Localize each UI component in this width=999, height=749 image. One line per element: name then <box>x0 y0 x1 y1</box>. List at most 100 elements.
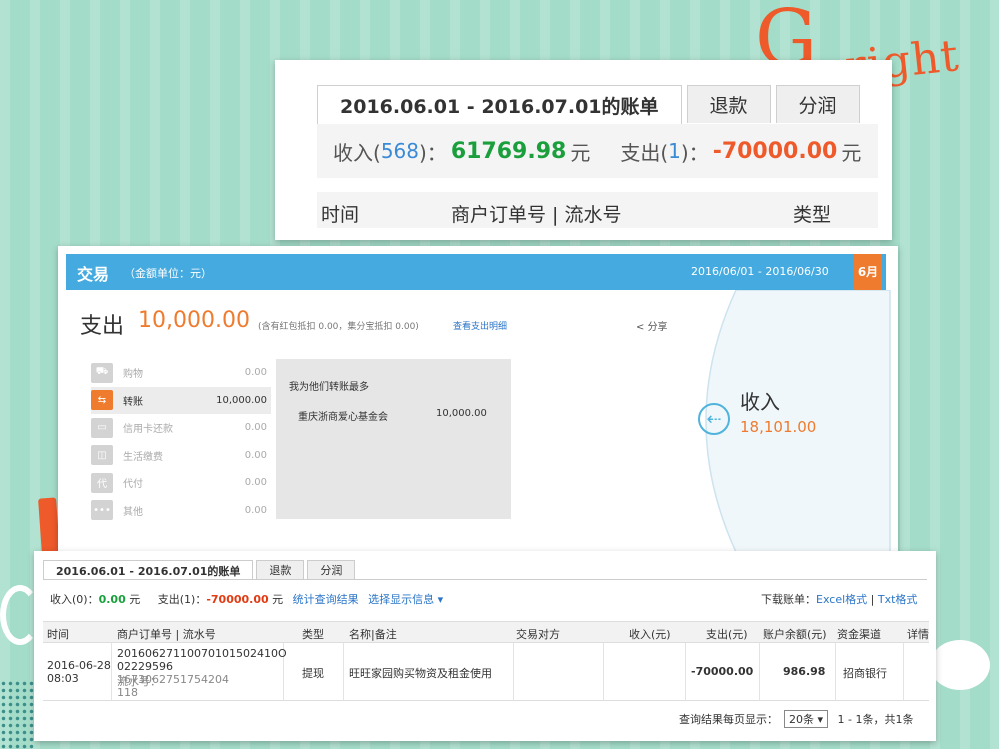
category-amount: 0.00 <box>244 367 267 379</box>
expense-label-close: )： <box>680 140 709 165</box>
tab-profit-share[interactable]: 分润 <box>775 85 860 123</box>
category-amount: 0.00 <box>244 504 267 516</box>
bill-tabs: 2016.06.01 - 2016.07.01的账单 退款 分润 <box>317 85 865 125</box>
category-amount: 0.00 <box>244 422 267 434</box>
decor-orange-stroke <box>38 497 60 555</box>
share-label: 分享 <box>647 322 668 333</box>
category-credit-card[interactable]: ▭ 信用卡还款 0.00 <box>91 414 271 442</box>
row-date: 2016-06-28 <box>47 659 111 672</box>
category-amount: 0.00 <box>244 477 267 489</box>
category-transfer[interactable]: ⇆ 转账 10,000.00 <box>91 386 271 414</box>
row-channel: 招商银行 <box>843 667 887 680</box>
col-expense: 支出(元) <box>706 628 748 641</box>
per-page-select[interactable]: 20条 ▾ <box>784 710 829 728</box>
result-range: 1 - 1条，共1条 <box>837 713 914 726</box>
download-label: 下载账单： <box>761 593 816 606</box>
income-arrow-icon[interactable]: ⇠ <box>698 403 730 435</box>
cell-divider <box>685 643 686 701</box>
table-header: 时间 商户订单号 | 流水号 类型 <box>317 192 878 228</box>
excel-download-link[interactable]: Excel格式 <box>816 593 867 606</box>
cell-divider <box>603 643 604 701</box>
income-amount: 0.00 <box>98 593 126 606</box>
month-badge[interactable]: 6月 <box>854 254 882 294</box>
expense-currency: 元 <box>841 140 862 165</box>
income-label: 收入 <box>740 390 780 414</box>
col-type: 类型 <box>302 628 324 641</box>
transaction-header-bar: 交易 （金额单位：元） 2016/06/01 - 2016/06/30 6月 <box>66 254 886 294</box>
detail-caption: 我为他们转账最多 <box>289 382 369 393</box>
income-label-close: )： <box>419 140 447 165</box>
spend-note: (含有红包抵扣 0.00，集分宝抵扣 0.00) <box>258 322 419 332</box>
row-name: 旺旺家园购买物资及租金使用 <box>349 667 492 680</box>
income-currency: 元 <box>570 140 591 165</box>
col-income: 收入(元) <box>629 628 671 641</box>
category-name: 代付 <box>123 479 143 491</box>
cart-icon: ⛟ <box>91 362 113 383</box>
tab-profit-share[interactable]: 分润 <box>307 560 356 579</box>
decor-dots <box>0 680 34 749</box>
col-counterparty: 交易对方 <box>516 628 560 641</box>
category-proxy-pay[interactable]: 代 代付 0.00 <box>91 469 271 497</box>
row-order-line2: 02229596 <box>117 660 173 673</box>
cell-divider <box>759 643 760 701</box>
cell-divider <box>835 643 836 701</box>
col-order-serial: 商户订单号 | 流水号 <box>451 204 622 226</box>
table-row[interactable]: 2016-06-28 08:03 20160627110070101502410… <box>43 643 929 701</box>
row-balance: 986.98 <box>783 665 826 678</box>
row-serial-line2: 118 <box>117 686 138 699</box>
category-name: 转账 <box>123 396 143 408</box>
col-balance: 账户余额(元) <box>763 628 827 641</box>
cell-divider <box>343 643 344 701</box>
expense-amount: -70000.00 <box>206 593 269 606</box>
bill-tabs-small: 2016.06.01 - 2016.07.01的账单 退款 分润 <box>43 560 358 580</box>
expense-count: 1 <box>668 139 681 163</box>
category-other[interactable]: ••• 其他 0.00 <box>91 497 271 525</box>
detail-value: 10,000.00 <box>436 408 487 419</box>
share-button[interactable]: < 分享 <box>636 318 668 333</box>
tab-refund[interactable]: 退款 <box>256 560 305 579</box>
tab-bill-period[interactable]: 2016.06.01 - 2016.07.01的账单 <box>43 560 254 580</box>
serial-number: 1673062751754204 <box>117 673 229 686</box>
bill-summary-zoom-panel: 2016.06.01 - 2016.07.01的账单 退款 分润 收入(568)… <box>275 60 892 240</box>
txt-download-link[interactable]: Txt格式 <box>878 593 918 606</box>
cell-divider <box>111 643 112 701</box>
expense-currency: 元 <box>272 593 284 606</box>
per-page-label: 查询结果每页显示： <box>679 713 778 726</box>
detail-recipient: 重庆浙商爱心基金会 <box>298 412 388 423</box>
download-separator: | <box>867 593 878 606</box>
income-count: 568 <box>380 139 419 163</box>
spend-category-list: ⛟ 购物 0.00 ⇆ 转账 10,000.00 ▭ 信用卡还款 0.00 ◫ … <box>91 359 271 524</box>
expense-label: 支出(1)： <box>157 593 207 606</box>
income-value: 18,101.00 <box>740 418 817 436</box>
view-spend-detail-link[interactable]: 查看支出明细 <box>453 319 507 332</box>
row-order-line1: 20160627110070101502410O <box>117 647 287 660</box>
utilities-icon: ◫ <box>91 445 113 466</box>
display-options-dropdown[interactable]: 选择显示信息 ▾ <box>368 593 443 606</box>
stats-query-link[interactable]: 统计查询结果 <box>293 593 359 606</box>
col-name-note: 名称|备注 <box>349 628 397 641</box>
tab-bill-period[interactable]: 2016.06.01 - 2016.07.01的账单 <box>317 85 682 125</box>
income-currency: 元 <box>129 593 141 606</box>
spend-value: 10,000.00 <box>138 308 250 333</box>
income-amount: 61769.98 <box>450 138 567 164</box>
category-amount: 10,000.00 <box>216 394 267 406</box>
category-shopping[interactable]: ⛟ 购物 0.00 <box>91 359 271 387</box>
col-channel: 资金渠道 <box>837 628 881 641</box>
transaction-title: 交易 <box>77 265 110 284</box>
transaction-overview-panel: 交易 （金额单位：元） 2016/06/01 - 2016/06/30 6月 支… <box>58 246 898 552</box>
bill-table-header: 时间 商户订单号 | 流水号 类型 名称|备注 交易对方 收入(元) 支出(元)… <box>43 621 929 643</box>
col-time: 时间 <box>321 204 360 226</box>
expense-amount: -70000.00 <box>712 138 838 164</box>
income-label: 收入(0)： <box>50 593 99 606</box>
transfer-detail-box: 我为他们转账最多 重庆浙商爱心基金会 10,000.00 <box>276 359 511 519</box>
category-utilities[interactable]: ◫ 生活缴费 0.00 <box>91 442 271 470</box>
category-name: 购物 <box>123 369 143 381</box>
col-time: 时间 <box>47 628 69 641</box>
col-type: 类型 <box>793 204 832 226</box>
credit-card-icon: ▭ <box>91 417 113 438</box>
category-amount: 0.00 <box>244 449 267 461</box>
col-order-serial: 商户订单号 | 流水号 <box>117 628 216 641</box>
transfer-icon: ⇆ <box>91 390 113 411</box>
tab-refund[interactable]: 退款 <box>686 85 771 123</box>
date-range: 2016/06/01 - 2016/06/30 <box>691 265 829 278</box>
